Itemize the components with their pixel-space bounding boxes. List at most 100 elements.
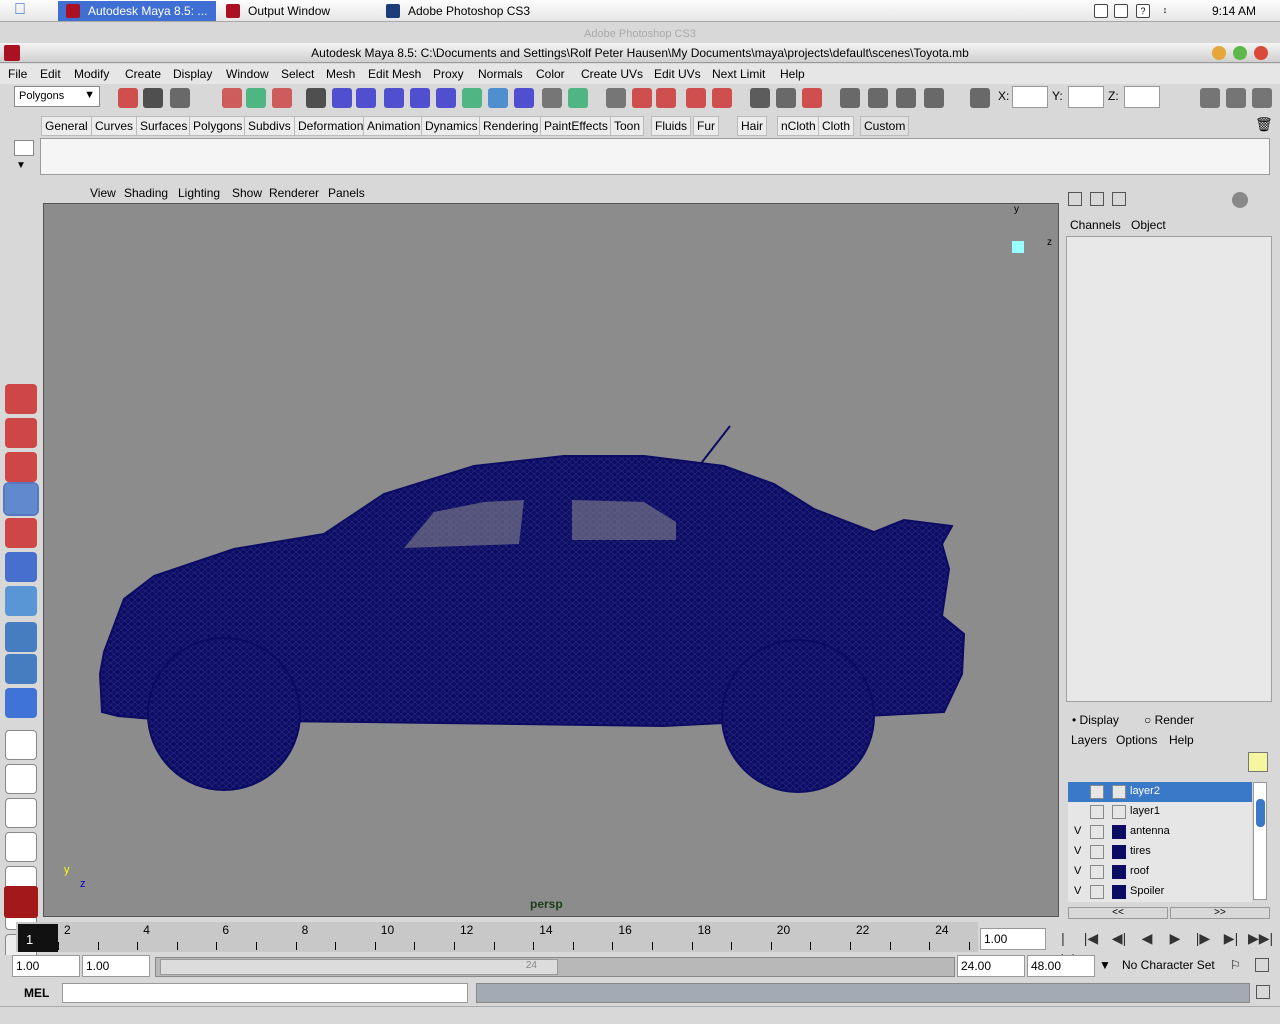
step-back-key-button[interactable]: ◀| (1108, 928, 1130, 948)
viewport-menu-lighting[interactable]: Lighting (178, 186, 220, 200)
help-icon[interactable]: ? (1136, 4, 1150, 18)
layer-scroll-left[interactable]: << (1068, 907, 1168, 919)
layer-row[interactable]: V Spoiler (1068, 882, 1252, 902)
toolbar-icon[interactable] (118, 88, 138, 108)
tool-settings-icon[interactable] (1112, 192, 1126, 206)
shelf-tab-cloth[interactable]: Cloth (818, 116, 855, 136)
menu-display[interactable]: Display (173, 67, 212, 81)
step-forward-button[interactable]: ▶| (1220, 928, 1242, 948)
viewport-menu-panels[interactable]: Panels (328, 186, 365, 200)
taskbar-tab-output[interactable]: Output Window (218, 1, 378, 21)
time-slider[interactable] (16, 922, 978, 952)
volume-icon[interactable]: ↕ (1158, 4, 1172, 18)
toolbar-icon[interactable] (686, 88, 706, 108)
shelf-tab-fluids[interactable]: Fluids (651, 116, 692, 136)
range-bar[interactable]: 24 (160, 959, 558, 975)
display-icon[interactable] (1114, 4, 1128, 18)
menu-normals[interactable]: Normals (478, 67, 523, 81)
shelf-tab-polygons[interactable]: Polygons (189, 116, 247, 136)
toolbar-icon[interactable] (568, 88, 588, 108)
viewport-menu-show[interactable]: Show (232, 186, 262, 200)
shelf-tab-curves[interactable]: Curves (91, 116, 138, 136)
zoom-button[interactable] (1233, 46, 1247, 60)
start-time-field[interactable]: 1.00 (12, 955, 80, 977)
shelf-menu-icon[interactable]: ▼ (16, 160, 26, 171)
select-tool-icon[interactable] (5, 384, 37, 414)
toolbar-icon[interactable] (462, 88, 482, 108)
new-layer-icon[interactable] (1248, 752, 1268, 772)
script-editor-icon[interactable] (1256, 985, 1270, 999)
toolbar-icon[interactable] (170, 88, 190, 108)
step-forward-key-button[interactable]: |▶ (1192, 928, 1214, 948)
shelf-tab-surfaces[interactable]: Surfaces (136, 116, 192, 136)
shelf-options-icon[interactable] (14, 140, 34, 156)
preferences-icon[interactable] (1255, 958, 1269, 972)
channel-box-icon[interactable] (1068, 192, 1082, 206)
paint-select-icon[interactable] (5, 452, 37, 482)
layer-type-toggle[interactable] (1090, 825, 1104, 839)
layer-color-swatch[interactable] (1112, 865, 1126, 879)
menu-help[interactable]: Help (780, 67, 805, 81)
layer-row[interactable]: layer2 (1068, 782, 1252, 802)
layer-color-swatch[interactable] (1112, 845, 1126, 859)
shelf-tab-hair[interactable]: Hair (737, 116, 768, 136)
toolbar-icon[interactable] (384, 88, 404, 108)
toolbar-icon[interactable] (840, 88, 860, 108)
panel-layout-icon[interactable] (1226, 88, 1246, 108)
toolbar-icon[interactable] (222, 88, 242, 108)
scale-tool-icon[interactable] (5, 552, 37, 582)
character-set-label[interactable]: No Character Set (1122, 958, 1215, 972)
play-forwards-button[interactable]: ▶ (1164, 928, 1186, 948)
tab-object[interactable]: Object (1131, 218, 1166, 232)
viewport-menu-renderer[interactable]: Renderer (269, 186, 319, 200)
shelf-tab-rendering[interactable]: Rendering (479, 116, 543, 136)
toolbar-icon[interactable] (970, 88, 990, 108)
layer-visibility[interactable]: V (1074, 825, 1081, 837)
toolbar-icon[interactable] (246, 88, 266, 108)
layout-icon[interactable] (5, 832, 37, 862)
step-back-button[interactable]: |◀ (1080, 928, 1102, 948)
toolbar-icon[interactable] (924, 88, 944, 108)
mode-selector[interactable]: Polygons ▼ (14, 86, 100, 107)
close-button[interactable] (1254, 46, 1268, 60)
character-set-dropdown-icon[interactable]: ▼ (1099, 958, 1111, 972)
show-manip-icon[interactable] (5, 654, 37, 684)
minimize-button[interactable] (1212, 46, 1226, 60)
scroll-thumb[interactable] (1256, 799, 1265, 827)
toolbar-icon[interactable] (896, 88, 916, 108)
tool-icon[interactable] (1094, 4, 1108, 18)
toolbar-icon[interactable] (606, 88, 626, 108)
x-field[interactable] (1012, 86, 1048, 108)
viewport-menu-view[interactable]: View (90, 186, 116, 200)
menu-color[interactable]: Color (536, 67, 565, 81)
toolbar-icon[interactable] (488, 88, 508, 108)
viewport-persp[interactable]: y z y z (43, 203, 1059, 917)
shelf-tab-subdivs[interactable]: Subdivs (244, 116, 295, 136)
shelf-tab-fur[interactable]: Fur (693, 116, 719, 136)
layer-menu-layers[interactable]: Layers (1071, 733, 1107, 747)
display-radio[interactable]: • Display (1072, 713, 1119, 727)
soft-mod-icon[interactable] (5, 622, 37, 652)
toolbar-icon[interactable] (356, 88, 376, 108)
toolbar-icon[interactable] (436, 88, 456, 108)
y-field[interactable] (1068, 86, 1104, 108)
panel-layout-icon[interactable] (1252, 88, 1272, 108)
shelf-tab-deformation[interactable]: Deformation (294, 116, 368, 136)
layer-type-toggle[interactable] (1090, 865, 1104, 879)
toolbar-icon[interactable] (514, 88, 534, 108)
layer-scrollbar[interactable] (1253, 782, 1267, 900)
layer-row[interactable]: layer1 (1068, 802, 1252, 822)
toolbar-icon[interactable] (656, 88, 676, 108)
shelf-tab-painteffects[interactable]: PaintEffects (540, 116, 612, 136)
layout-icon[interactable] (5, 730, 37, 760)
layout-icon[interactable] (5, 764, 37, 794)
layer-color-swatch[interactable] (1112, 785, 1126, 799)
view-cube-icon[interactable] (1012, 241, 1024, 253)
trash-icon[interactable]: 🗑 (1255, 116, 1273, 133)
menu-mesh[interactable]: Mesh (326, 67, 355, 81)
layer-color-swatch[interactable] (1112, 805, 1126, 819)
toolbar-icon[interactable] (632, 88, 652, 108)
menu-create-uvs[interactable]: Create UVs (581, 67, 643, 81)
viewport-menu-shading[interactable]: Shading (124, 186, 168, 200)
layer-visibility[interactable]: V (1074, 885, 1081, 897)
